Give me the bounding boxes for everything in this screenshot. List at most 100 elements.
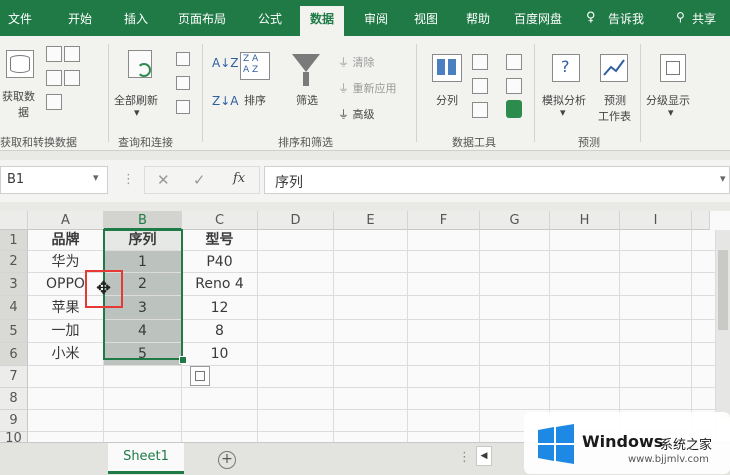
empty-cell[interactable] [550,251,620,273]
empty-cell[interactable] [28,388,104,410]
header-cell[interactable]: 序列 [104,230,182,251]
sort-label[interactable]: 排序 [244,92,266,108]
add-sheet-icon[interactable]: + [218,451,236,469]
reapply-button[interactable]: ⏚ 重新应用 [338,80,397,96]
empty-cell[interactable] [408,388,480,410]
empty-cell[interactable] [692,230,716,251]
header-cell[interactable]: 品牌 [28,230,104,251]
empty-cell[interactable] [480,296,550,320]
empty-cell[interactable] [258,273,334,296]
manage-data-model-icon[interactable] [506,100,522,118]
tab-help[interactable]: 帮助 [466,10,490,27]
scroll-thumb[interactable] [718,250,728,330]
get-data-label-1[interactable]: 获取数 [2,88,35,104]
empty-cell[interactable] [28,410,104,432]
empty-cell[interactable] [334,296,408,320]
empty-cell[interactable] [334,273,408,296]
header-cell[interactable]: 型号 [182,230,258,251]
consolidate-icon[interactable] [506,54,522,70]
empty-cell[interactable] [550,343,620,366]
tell-me-search[interactable]: 告诉我 [608,10,644,27]
empty-cell[interactable] [620,320,692,343]
text-to-columns-label[interactable]: 分列 [436,92,458,108]
data-validation-icon[interactable] [472,102,488,118]
empty-cell[interactable] [258,251,334,273]
forecast-sheet-icon[interactable] [600,54,628,82]
empty-cell[interactable] [550,273,620,296]
from-text-icon[interactable] [46,46,62,62]
empty-cell[interactable] [258,320,334,343]
empty-cell[interactable] [182,388,258,410]
outline-icon[interactable] [660,54,686,82]
empty-cell[interactable] [408,296,480,320]
formula-bar-splitter[interactable]: ⋮ [122,172,135,187]
filter-funnel-icon[interactable] [292,54,320,72]
existing-connections-icon[interactable] [64,70,80,86]
get-data-icon[interactable] [6,50,34,78]
empty-cell[interactable] [692,251,716,273]
chevron-down-icon[interactable]: ▾ [668,106,674,119]
column-header[interactable]: D [258,211,334,230]
row-header[interactable]: 5 [0,320,28,343]
tab-file[interactable]: 文件 [8,10,32,27]
formula-input[interactable]: 序列 [264,166,730,194]
empty-cell[interactable] [550,366,620,388]
empty-cell[interactable] [104,410,182,432]
empty-cell[interactable] [692,320,716,343]
table-cell[interactable]: 10 [182,343,258,366]
vertical-scrollbar[interactable] [716,230,730,420]
table-cell[interactable]: 8 [182,320,258,343]
table-cell[interactable]: Reno 4 [182,273,258,296]
empty-cell[interactable] [334,343,408,366]
relationships-icon[interactable] [506,78,522,94]
from-web-icon[interactable] [46,70,62,86]
empty-cell[interactable] [620,388,692,410]
table-cell[interactable]: 4 [104,320,182,343]
empty-cell[interactable] [620,273,692,296]
remove-duplicates-icon[interactable] [472,78,488,94]
tab-baidu-netdisk[interactable]: 百度网盘 [514,10,562,27]
table-cell[interactable]: 12 [182,296,258,320]
row-header[interactable]: 8 [0,388,28,410]
empty-cell[interactable] [480,388,550,410]
column-header[interactable]: C [182,211,258,230]
column-header[interactable]: A [28,211,104,230]
row-header[interactable]: 4 [0,296,28,320]
fill-handle[interactable] [179,356,187,364]
empty-cell[interactable] [28,366,104,388]
chevron-down-icon[interactable]: ▾ [93,171,99,184]
sort-descending-icon[interactable]: Z↓A [212,94,238,108]
row-header[interactable]: 9 [0,410,28,432]
empty-cell[interactable] [408,366,480,388]
empty-cell[interactable] [550,388,620,410]
empty-cell[interactable] [334,320,408,343]
enter-icon[interactable]: ✓ [193,171,206,189]
column-header[interactable]: I [620,211,692,230]
tab-view[interactable]: 视图 [414,10,438,27]
recent-sources-icon[interactable] [64,46,80,62]
empty-cell[interactable] [258,296,334,320]
empty-cell[interactable] [692,388,716,410]
empty-cell[interactable] [480,251,550,273]
tab-page-layout[interactable]: 页面布局 [178,10,226,27]
share-button[interactable]: 共享 [692,10,716,27]
edit-links-icon[interactable] [176,100,190,114]
table-cell[interactable]: 5 [104,343,182,366]
empty-cell[interactable] [408,273,480,296]
empty-cell[interactable] [550,296,620,320]
row-header[interactable]: 6 [0,343,28,366]
empty-cell[interactable] [104,388,182,410]
column-header[interactable]: E [334,211,408,230]
clear-filter-button[interactable]: ⏚ 清除 [338,54,375,70]
empty-cell[interactable] [334,388,408,410]
empty-cell[interactable] [258,410,334,432]
empty-cell[interactable] [620,251,692,273]
empty-cell[interactable] [408,230,480,251]
empty-cell[interactable] [408,320,480,343]
row-header[interactable]: 3 [0,273,28,296]
empty-cell[interactable] [550,320,620,343]
refresh-all-icon[interactable] [128,50,152,78]
empty-cell[interactable] [182,410,258,432]
tab-formulas[interactable]: 公式 [258,10,282,27]
empty-cell[interactable] [480,343,550,366]
